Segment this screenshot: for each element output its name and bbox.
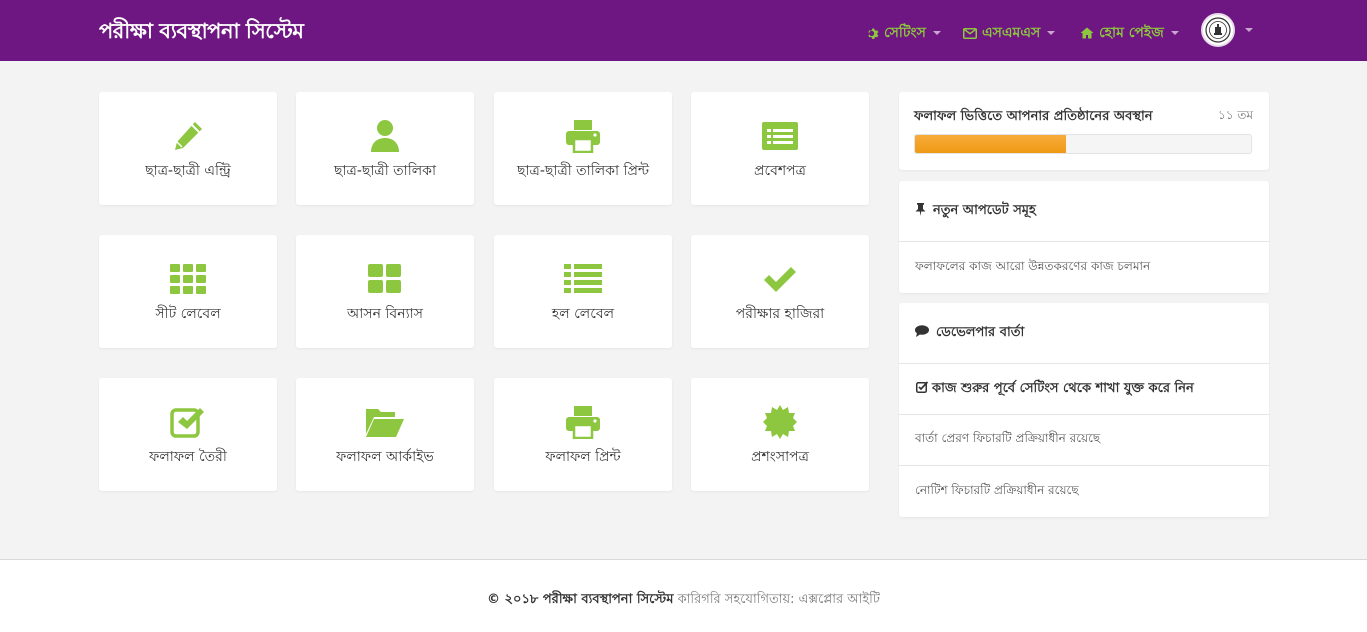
nav-home-label: হোম পেইজ — [1099, 25, 1164, 41]
avatar[interactable] — [1201, 13, 1235, 47]
nav-sms-label: এসএমএস — [982, 25, 1041, 41]
printer-icon — [494, 404, 672, 440]
list-icon — [494, 261, 672, 297]
checkmark-icon — [691, 261, 869, 297]
tile-label: পরীক্ষার হাজিরা — [735, 306, 825, 322]
home-icon — [1080, 27, 1094, 39]
tile-label: ফলাফল তৈরী — [149, 449, 227, 465]
tile-student-list-print[interactable]: ছাত্র-ছাত্রী তালিকা প্রিন্ট — [494, 92, 672, 205]
id-card-icon — [691, 118, 869, 154]
rank-value: ১১ তম — [1217, 108, 1253, 122]
grid-icon — [99, 261, 277, 297]
user-icon — [296, 118, 474, 154]
tile-label: ফলাফল প্রিন্ট — [545, 449, 621, 465]
updates-panel: নতুন আপডেট সমূহ ফলাফলের কাজ আরো উন্নতকরণ… — [899, 181, 1269, 293]
rank-panel: ফলাফল ভিত্তিতে আপনার প্রতিষ্ঠানের অবস্থা… — [899, 92, 1269, 170]
pushpin-icon — [915, 202, 926, 220]
tile-result-create[interactable]: ফলাফল তৈরী — [99, 378, 277, 491]
folder-open-icon — [296, 404, 474, 440]
tiles-icon — [296, 261, 474, 297]
tile-label: আসন বিন্যাস — [347, 306, 423, 322]
envelope-icon — [963, 27, 977, 39]
progress-fill — [915, 135, 1067, 153]
tile-label: ছাত্র-ছাত্রী তালিকা প্রিন্ট — [517, 163, 649, 179]
main-content: ছাত্র-ছাত্রী এন্ট্রি ছাত্র-ছাত্রী তালিকা… — [0, 61, 1367, 560]
chevron-down-icon — [1047, 31, 1056, 35]
footer-credit: কারিগরি সহযোগিতায়: এক্সপ্লোর আইটি — [677, 592, 880, 607]
checkbox-icon — [99, 404, 277, 440]
footer-copyright: © ২০১৮ পরীক্ষা ব্যবস্থাপনা সিস্টেম — [487, 592, 674, 607]
rank-title: ফলাফল ভিত্তিতে আপনার প্রতিষ্ঠানের অবস্থা… — [914, 109, 1153, 124]
tile-exam-attendance[interactable]: পরীক্ষার হাজিরা — [691, 235, 869, 348]
nav-settings-label: সেটিংস — [884, 25, 926, 41]
nav-sms[interactable]: এসএমএস — [963, 21, 1056, 45]
updates-title: নতুন আপডেট সমূহ — [933, 202, 1036, 218]
institution-logo-icon — [1205, 17, 1231, 43]
nav-settings[interactable]: সেটিংস — [866, 21, 941, 45]
tile-label: ছাত্র-ছাত্রী এন্ট্রি — [145, 163, 231, 179]
tile-hall-label[interactable]: হল লেবেল — [494, 235, 672, 348]
chevron-down-icon[interactable] — [1245, 28, 1253, 32]
tile-label: প্রশংসাপত্র — [751, 449, 809, 465]
tile-result-print[interactable]: ফলাফল প্রিন্ট — [494, 378, 672, 491]
tile-seat-label[interactable]: সীট লেবেল — [99, 235, 277, 348]
tile-admit-card[interactable]: প্রবেশপত্র — [691, 92, 869, 205]
tile-student-list[interactable]: ছাত্র-ছাত্রী তালিকা — [296, 92, 474, 205]
highlight-text: কাজ শুরুর পূর্বে সেটিংস থেকে শাখা যুক্ত … — [932, 380, 1194, 396]
tile-label: ফলাফল আর্কাইভ — [336, 449, 434, 465]
nav-home[interactable]: হোম পেইজ — [1080, 21, 1179, 45]
certificate-icon — [691, 404, 869, 440]
footer-text: © ২০১৮ পরীক্ষা ব্যবস্থাপনা সিস্টেম কারিগ… — [0, 590, 1367, 611]
list-item: নোটিশ ফিচারটি প্রক্রিয়াধীন রয়েছে — [915, 482, 1079, 497]
list-item: বার্তা প্রেরণ ফিচারটি প্রক্রিয়াধীন রয়ে… — [899, 415, 1269, 466]
tile-label: প্রবেশপত্র — [754, 163, 806, 179]
list-item-highlight: কাজ শুরুর পূর্বে সেটিংস থেকে শাখা যুক্ত … — [899, 364, 1269, 415]
footer: © ২০১৮ পরীক্ষা ব্যবস্থাপনা সিস্টেম কারিগ… — [0, 560, 1367, 632]
list-item: ফলাফলের কাজ আরো উন্নতকরণের কাজ চলমান — [915, 258, 1151, 273]
tile-testimonial[interactable]: প্রশংসাপত্র — [691, 378, 869, 491]
checkbox-icon — [916, 381, 929, 397]
printer-icon — [494, 118, 672, 154]
brand-title[interactable]: পরীক্ষা ব্যবস্থাপনা সিস্টেম — [99, 15, 304, 50]
tile-label: সীট লেবেল — [155, 306, 221, 322]
chevron-down-icon — [1170, 31, 1179, 35]
rank-progress-bar — [914, 134, 1252, 154]
developer-panel-header: ডেভেলপার বার্তা — [899, 303, 1269, 364]
gear-icon — [866, 27, 879, 40]
comment-icon — [915, 325, 929, 341]
top-navbar: পরীক্ষা ব্যবস্থাপনা সিস্টেম সেটিংস এসএমএ… — [0, 0, 1367, 61]
pencil-icon — [99, 118, 277, 154]
chevron-down-icon — [932, 31, 941, 35]
tile-result-archive[interactable]: ফলাফল আর্কাইভ — [296, 378, 474, 491]
tile-student-entry[interactable]: ছাত্র-ছাত্রী এন্ট্রি — [99, 92, 277, 205]
developer-title: ডেভেলপার বার্তা — [936, 324, 1025, 340]
developer-message-panel: ডেভেলপার বার্তা কাজ শুরুর পূর্বে সেটিংস … — [899, 303, 1269, 517]
tile-label: হল লেবেল — [551, 306, 615, 322]
tile-label: ছাত্র-ছাত্রী তালিকা — [333, 163, 437, 179]
updates-panel-header: নতুন আপডেট সমূহ — [899, 181, 1269, 242]
tile-seat-plan[interactable]: আসন বিন্যাস — [296, 235, 474, 348]
